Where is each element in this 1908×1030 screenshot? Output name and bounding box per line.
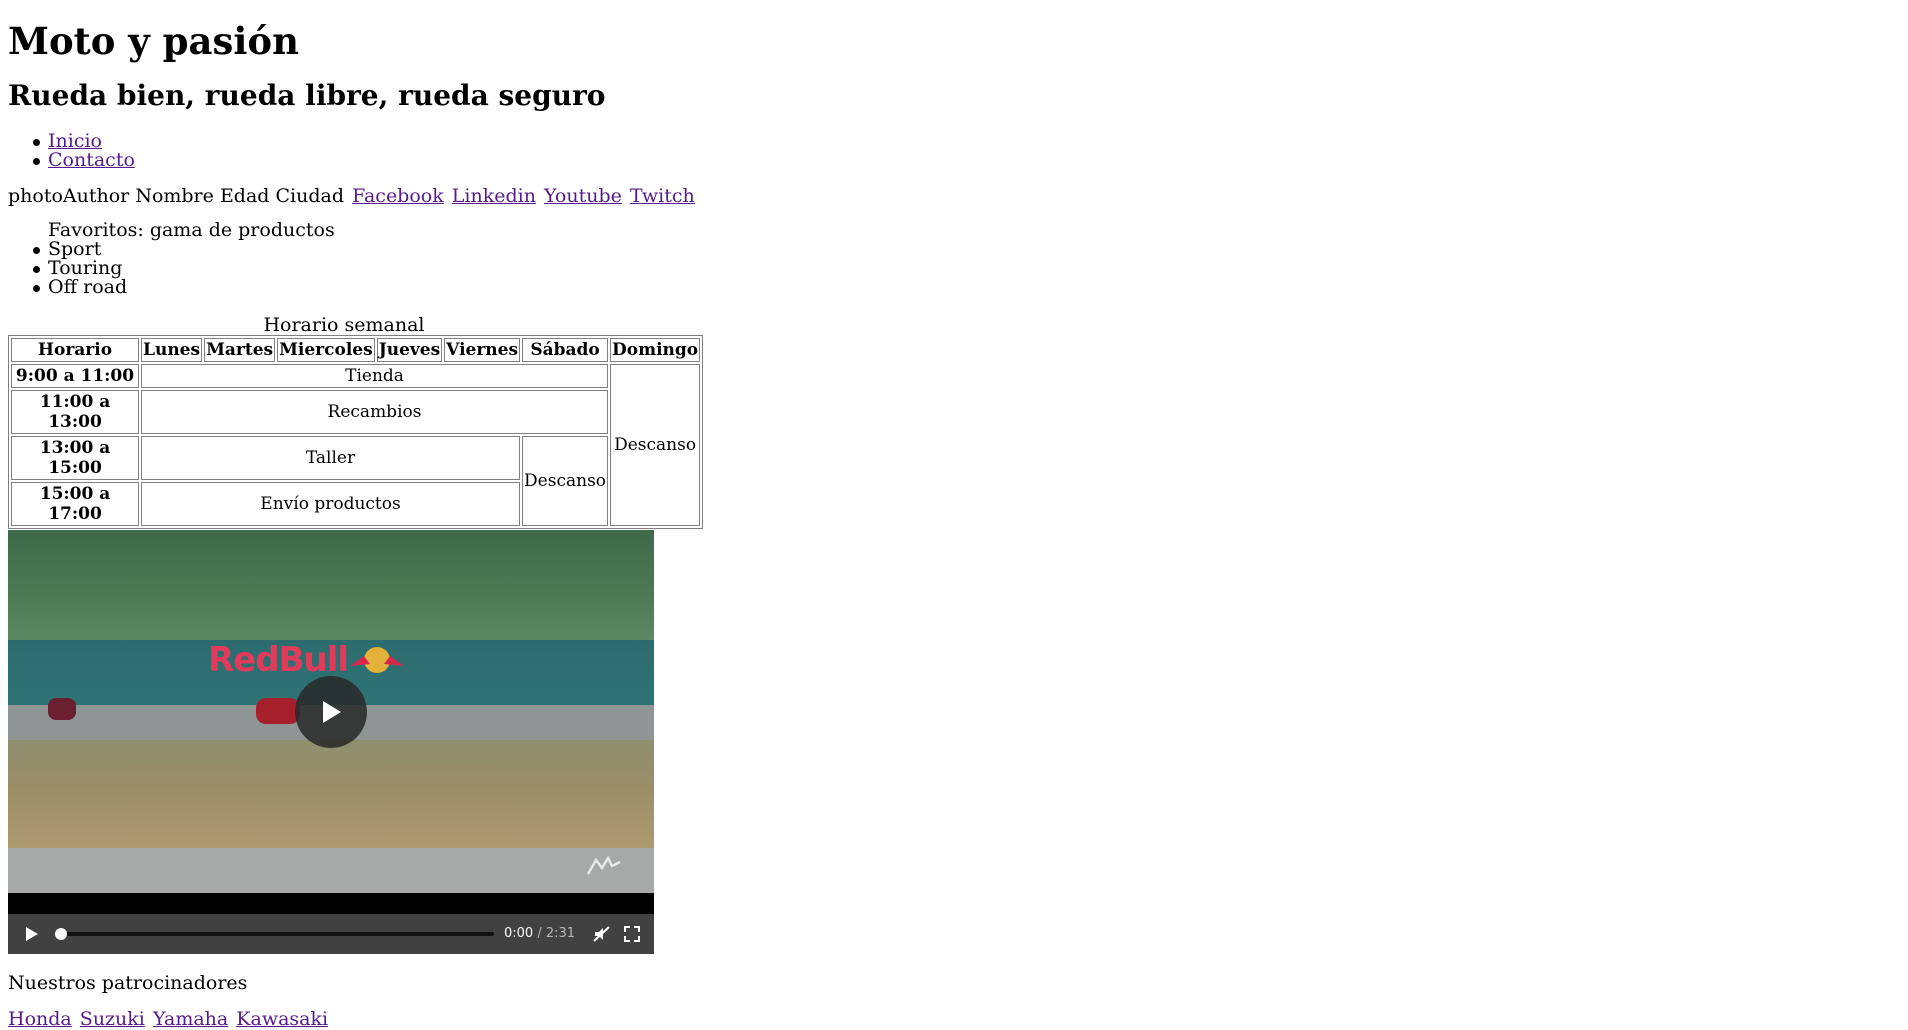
muted-speaker-icon [593,926,610,942]
table-header: Sábado [522,338,609,362]
linkedin-link[interactable]: Linkedin [452,185,536,207]
video-player[interactable]: RedBull 0:00 / 2:31 [8,530,654,954]
twitch-link[interactable]: Twitch [630,185,695,207]
table-header: Miercoles [277,338,375,362]
saturday-rest-cell: Descanso [522,436,609,526]
table-header: Viernes [444,338,521,362]
table-header: Lunes [141,338,203,362]
play-icon [26,927,38,941]
time-cell: 13:00 a 15:00 [11,436,139,480]
sunday-rest-cell: Descanso [610,364,701,526]
table-header: Horario [11,338,139,362]
facebook-link[interactable]: Facebook [352,185,444,207]
author-age: Edad [219,185,270,207]
table-row: 9:00 a 11:00 Tienda Descanso [11,364,701,526]
table-header: Martes [204,338,276,362]
fullscreen-icon [624,926,640,942]
youtube-link[interactable]: Youtube [544,185,622,207]
table-header: Jueves [376,338,443,362]
schedule-table: Horario Lunes Martes Miercoles Jueves Vi… [8,335,704,529]
time-cell: 9:00 a 11:00 [11,364,139,388]
author-photo: photoAuthor [8,185,130,207]
bull-logo-icon [350,647,404,673]
video-background-road [8,848,654,893]
video-background-grass [8,740,654,860]
duration: 2:31 [545,926,576,941]
author-info: photoAuthor Nombre Edad Ciudad Facebook … [8,185,695,207]
schedule-caption: Horario semanal [263,314,425,336]
activity-cell: Recambios [141,390,609,434]
fullscreen-button[interactable] [622,924,642,944]
mute-button[interactable] [592,924,612,944]
video-background-trees [8,530,654,650]
time-cell: 15:00 a 17:00 [11,482,139,526]
time-display: 0:00 / 2:31 [504,926,575,941]
favorite-item: Off road [33,278,335,297]
main-nav: Inicio Contacto [33,132,135,171]
activity-cell: Taller [141,436,521,480]
video-controls: 0:00 / 2:31 [8,914,654,954]
activity-cell: Envío productos [141,482,521,526]
play-button[interactable] [22,924,42,944]
sponsors-heading: Nuestros patrocinadores [8,972,248,994]
table-row: 13:00 a 15:00 Taller Descanso [11,436,700,526]
nav-item-contacto: Contacto [33,149,135,171]
big-play-button[interactable] [295,676,367,748]
author-name: Nombre [135,185,214,207]
motorcycle-left [48,698,76,720]
play-icon [323,701,341,723]
motogp-logo-icon [584,855,624,876]
author-city: Ciudad [275,185,345,207]
page-title: Moto y pasión [8,19,299,63]
current-time: 0:00 [504,926,534,941]
time-cell: 11:00 a 13:00 [11,390,139,434]
table-row: 11:00 a 13:00 Recambios [11,390,700,434]
page-subtitle: Rueda bien, rueda libre, rueda seguro [8,79,606,112]
motorcycle-center [256,698,300,724]
redbull-banner: RedBull [208,640,349,680]
time-separator: / [533,926,546,941]
favorites-list: Favoritos: gama de productos Sport Touri… [33,221,335,297]
table-header-row: Horario Lunes Martes Miercoles Jueves Vi… [11,338,701,362]
nav-link-contacto[interactable]: Contacto [48,149,135,171]
table-header: Domingo [610,338,701,362]
activity-cell: Tienda [141,364,609,388]
video-frame[interactable]: RedBull [8,530,654,893]
seek-handle[interactable] [55,928,67,940]
seek-bar[interactable] [55,928,494,940]
